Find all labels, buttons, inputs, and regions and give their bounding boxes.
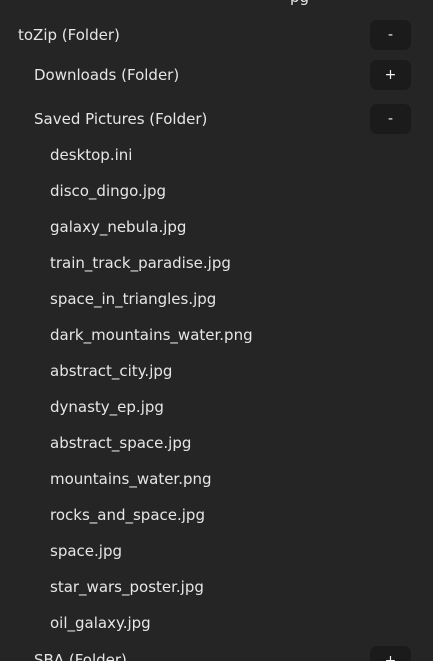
folder-label-downloads: Downloads (Folder)	[34, 66, 180, 84]
collapse-button-saved-pictures[interactable]: -	[370, 104, 411, 134]
file-label: dark_mountains_water.png	[50, 326, 253, 344]
file-label: desktop.ini	[50, 146, 133, 164]
folder-label-saved-pictures: Saved Pictures (Folder)	[34, 110, 208, 128]
file-label: rocks_and_space.jpg	[50, 506, 205, 524]
tree-item-label: pg	[290, 0, 309, 7]
file-label: train_track_paradise.jpg	[50, 254, 231, 272]
file-label: space.jpg	[50, 542, 122, 560]
collapse-button-tozip[interactable]: -	[370, 20, 411, 50]
file-label: oil_galaxy.jpg	[50, 614, 151, 632]
file-label: disco_dingo.jpg	[50, 182, 167, 200]
expand-button-downloads[interactable]: +	[370, 60, 411, 90]
folder-label-tozip: toZip (Folder)	[18, 26, 120, 44]
file-label: star_wars_poster.jpg	[50, 578, 204, 596]
file-label: abstract_space.jpg	[50, 434, 192, 452]
expand-button-sba[interactable]: +	[370, 646, 411, 661]
folder-tree: pg toZip (Folder) - Downloads (Folder) +…	[0, 0, 433, 661]
file-label: abstract_city.jpg	[50, 362, 173, 380]
file-label: space_in_triangles.jpg	[50, 290, 217, 308]
folder-label-sba: SBA (Folder)	[34, 651, 127, 661]
file-label: mountains_water.png	[50, 470, 212, 488]
file-label: dynasty_ep.jpg	[50, 398, 164, 416]
file-label: galaxy_nebula.jpg	[50, 218, 187, 236]
